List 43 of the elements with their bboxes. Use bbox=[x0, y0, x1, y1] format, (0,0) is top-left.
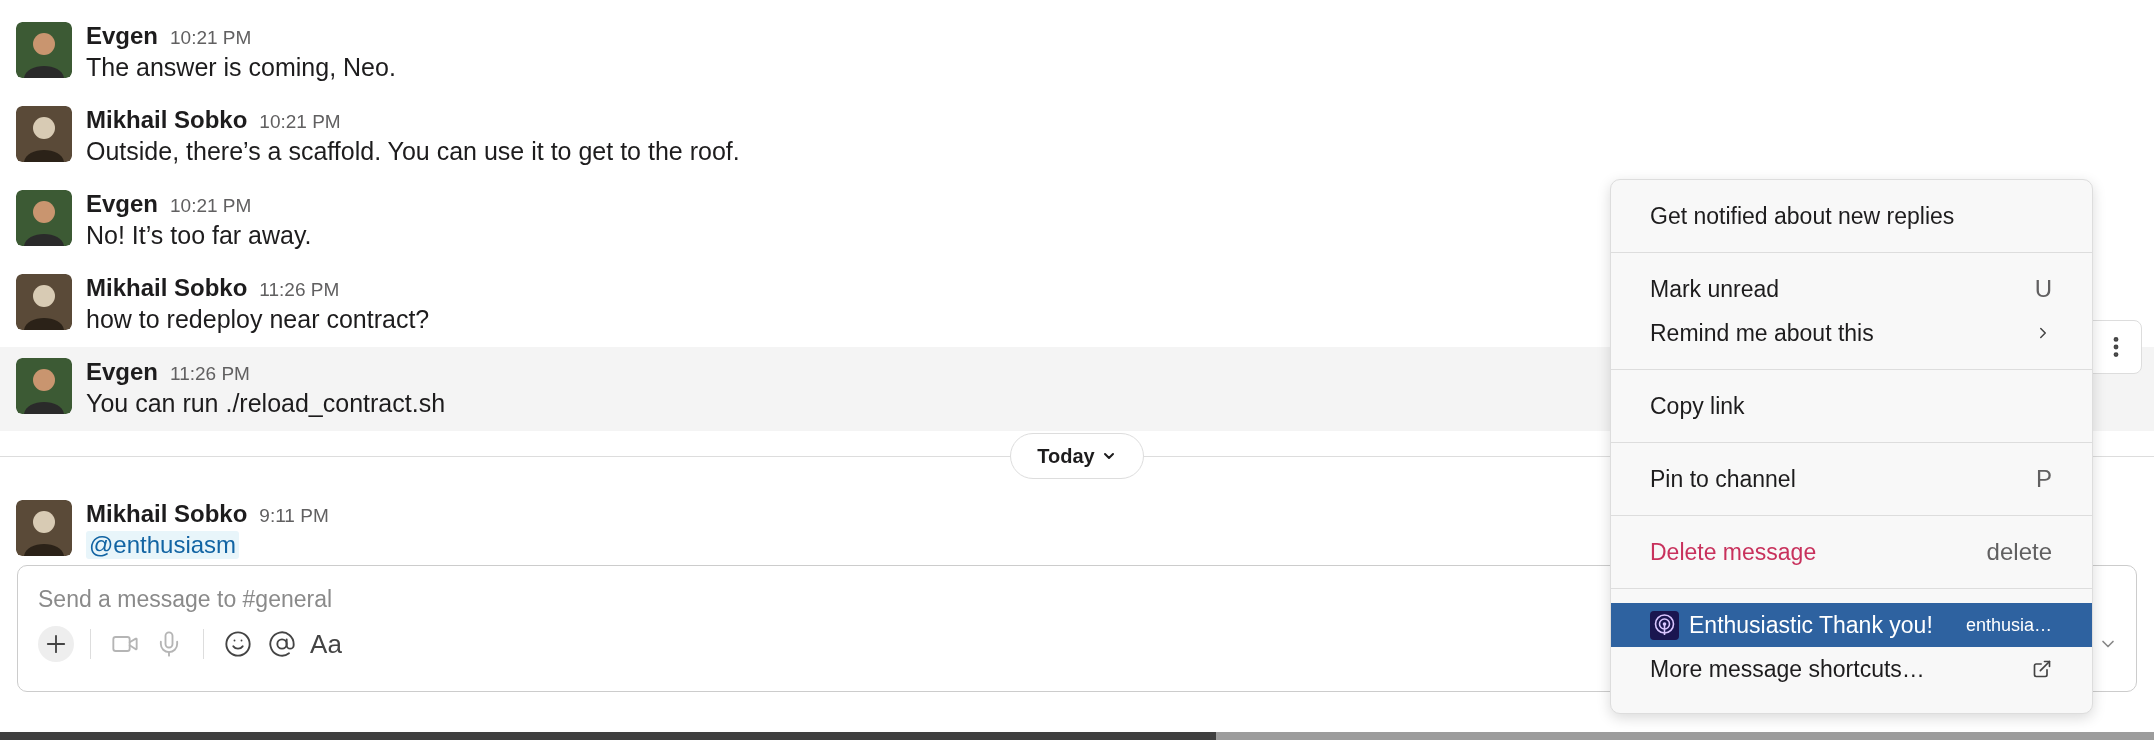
menu-item[interactable]: Remind me about this bbox=[1611, 311, 2092, 355]
message-time[interactable]: 9:11 PM bbox=[259, 505, 329, 527]
message-time[interactable]: 10:21 PM bbox=[259, 111, 341, 133]
author-name[interactable]: Evgen bbox=[86, 190, 159, 218]
app-icon bbox=[1650, 610, 1679, 640]
message-time[interactable]: 11:26 PM bbox=[259, 279, 340, 301]
shortcut-key: delete bbox=[1986, 538, 2052, 566]
author-name[interactable]: Mikhail Sobko bbox=[86, 106, 248, 134]
avatar bbox=[16, 274, 72, 330]
avatar bbox=[16, 22, 72, 78]
message-time[interactable]: 10:21 PM bbox=[170, 195, 252, 217]
menu-item[interactable]: Get notified about new replies bbox=[1611, 194, 2092, 238]
message-text: how to redeploy near contract? bbox=[86, 305, 430, 334]
mention-link[interactable]: @enthusiasm bbox=[86, 531, 240, 559]
menu-item[interactable]: Enthusiastic Thank you! enthusia… bbox=[1611, 603, 2092, 647]
avatar bbox=[16, 190, 72, 246]
author-name[interactable]: Mikhail Sobko bbox=[86, 500, 248, 528]
message-text: You can run ./reload_contract.sh bbox=[86, 389, 446, 418]
message-time[interactable]: 11:26 PM bbox=[170, 363, 250, 385]
menu-item[interactable]: Copy link bbox=[1611, 384, 2092, 428]
menu-item[interactable]: Mark unread U bbox=[1611, 267, 2092, 311]
shortcut-key: U bbox=[2034, 275, 2052, 303]
menu-item[interactable]: Pin to channel P bbox=[1611, 457, 2092, 501]
menu-item[interactable]: More message shortcuts… bbox=[1611, 647, 2092, 691]
message-input[interactable]: Send a message to #general bbox=[38, 582, 938, 616]
message-text: Outside, there’s a scaffold. You can use it to get to the roof. bbox=[86, 137, 740, 166]
author-name[interactable]: Evgen bbox=[86, 358, 159, 386]
avatar bbox=[16, 106, 72, 162]
author-name[interactable]: Evgen bbox=[86, 22, 159, 50]
at-sign-icon bbox=[268, 630, 296, 658]
smiley-icon bbox=[224, 630, 252, 658]
date-divider-button[interactable]: Today bbox=[1010, 433, 1144, 479]
message-time[interactable]: 10:21 PM bbox=[170, 27, 252, 49]
avatar bbox=[16, 358, 72, 414]
attach-button[interactable] bbox=[38, 626, 74, 662]
message-text: No! It’s too far away. bbox=[86, 221, 312, 250]
avatar bbox=[16, 500, 72, 556]
format-button[interactable]: Aa bbox=[308, 626, 344, 662]
author-name[interactable]: Mikhail Sobko bbox=[86, 274, 248, 302]
shortcut-key: P bbox=[2036, 465, 2052, 493]
message-text: The answer is coming, Neo. bbox=[86, 53, 396, 82]
scrollbar[interactable] bbox=[0, 732, 2154, 740]
external-link-icon bbox=[2032, 659, 2052, 679]
